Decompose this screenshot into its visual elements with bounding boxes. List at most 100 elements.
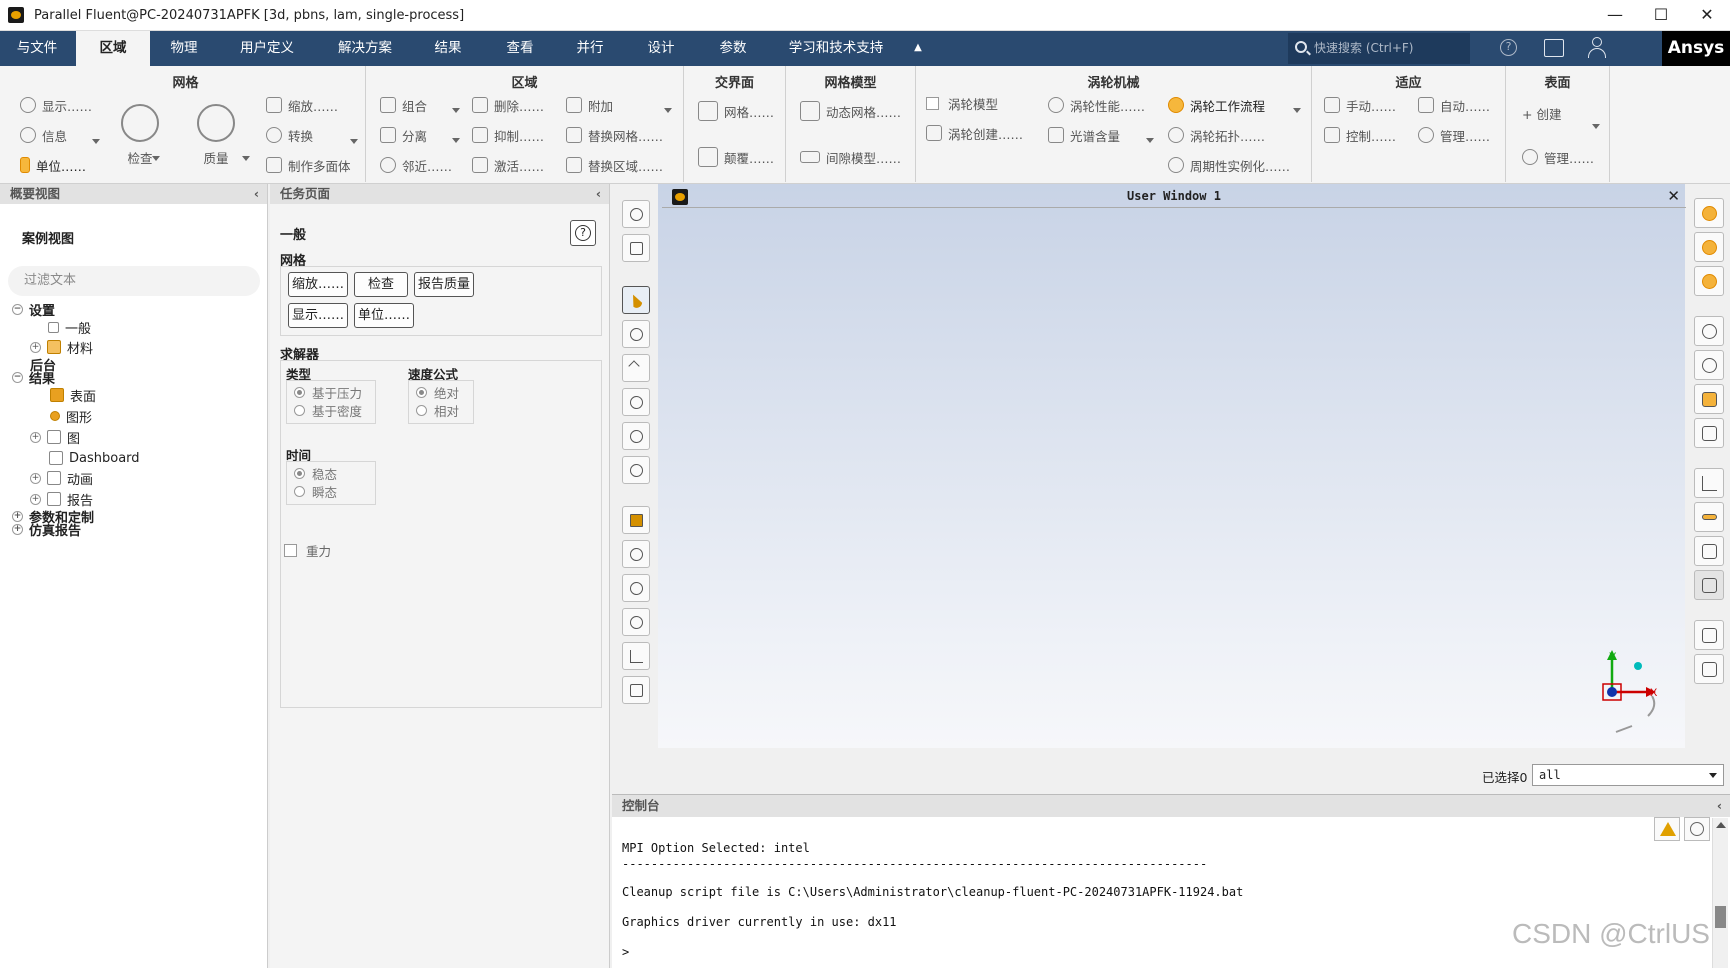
minimize-button[interactable]: — — [1592, 0, 1638, 31]
tree-graphics[interactable]: 图形 — [50, 407, 92, 426]
help-icon[interactable]: ? — [1500, 39, 1517, 56]
gravity-checkbox[interactable]: 重力 — [284, 542, 331, 559]
title-tool[interactable] — [1694, 536, 1724, 566]
chevron-down-icon[interactable] — [452, 138, 460, 143]
chevron-down-icon[interactable] — [152, 156, 160, 161]
turbo-performance-button[interactable]: 涡轮性能…… — [1048, 96, 1145, 114]
transparency-tool[interactable] — [1694, 384, 1724, 414]
menu-learning[interactable]: 学习和技术支持 — [780, 31, 892, 66]
scroll-up-icon[interactable] — [1716, 822, 1726, 828]
turbo-create-button[interactable]: 涡轮创建…… — [926, 124, 1023, 142]
mesh-display-button[interactable]: 显示…… — [20, 96, 92, 114]
probe-tool[interactable] — [622, 456, 650, 484]
menu-parameters[interactable]: 参数 — [702, 31, 764, 66]
chevron-down-icon[interactable] — [350, 139, 358, 144]
turbo-topology-button[interactable]: 涡轮拓扑…… — [1168, 126, 1265, 144]
expand-icon[interactable]: + — [30, 341, 41, 353]
turbo-workflow-button[interactable]: 涡轮工作流程 — [1168, 96, 1265, 114]
lock-tool[interactable] — [622, 676, 650, 704]
tree-setup[interactable]: − 设置 — [12, 300, 55, 319]
task-check-button[interactable]: 检查 — [354, 272, 408, 297]
menu-file[interactable]: 与文件 — [0, 31, 74, 66]
copy-tool[interactable] — [1694, 620, 1724, 650]
zoom-in-tool[interactable] — [622, 574, 650, 602]
chevron-down-icon[interactable] — [92, 139, 100, 144]
interface-mesh-button[interactable]: 网格…… — [698, 101, 774, 121]
close-viewport-button[interactable]: ✕ — [1667, 187, 1680, 205]
zone-adjacency-button[interactable]: 邻近…… — [380, 156, 452, 174]
tree-simulation-report[interactable]: + 仿真报告 — [12, 520, 81, 539]
zone-combine-button[interactable]: 组合 — [380, 96, 427, 114]
surface-create-button[interactable]: + 创建 — [1522, 104, 1561, 122]
maximize-button[interactable]: ☐ — [1638, 0, 1684, 31]
chevron-down-icon[interactable] — [1293, 108, 1301, 113]
surface-manage-button[interactable]: 管理…… — [1522, 148, 1594, 166]
user-icon[interactable] — [1588, 37, 1606, 59]
chevron-down-icon[interactable] — [1592, 124, 1600, 129]
chevron-down-icon[interactable] — [242, 156, 250, 161]
zone-deactivate-button[interactable]: 抑制…… — [472, 126, 544, 144]
chevron-down-icon[interactable] — [664, 108, 672, 113]
expand-icon[interactable]: + — [12, 523, 23, 535]
collapse-icon[interactable]: − — [12, 371, 23, 383]
overset-button[interactable]: 颠覆…… — [698, 147, 774, 167]
zone-activate-button[interactable]: 激活…… — [472, 156, 544, 174]
task-scale-button[interactable]: 缩放…… — [288, 272, 348, 297]
tree-results[interactable]: − 结果 — [12, 368, 55, 387]
collapse-left-icon[interactable]: ‹ — [596, 184, 601, 204]
zoom-to-fit-tool[interactable] — [622, 540, 650, 568]
chevron-down-icon[interactable] — [1146, 138, 1154, 143]
pan-tool[interactable] — [622, 354, 650, 382]
tree-surfaces[interactable]: 表面 — [50, 386, 96, 405]
mesh-transform-button[interactable]: 转换 — [266, 126, 313, 144]
steady-radio[interactable]: 稳态 — [294, 465, 337, 482]
mesh-scale-button[interactable]: 缩放…… — [266, 96, 338, 114]
rotate-arrow-icon[interactable] — [1615, 725, 1633, 733]
warning-filter-button[interactable] — [1654, 817, 1680, 841]
zone-append-button[interactable]: 附加 — [566, 96, 613, 114]
view-side-tool[interactable] — [1694, 232, 1724, 262]
colormap-tool[interactable] — [1694, 502, 1724, 532]
mesh-display-tool[interactable] — [622, 200, 650, 228]
fit-window-tool[interactable] — [622, 506, 650, 534]
periodic-instancing-button[interactable]: 周期性实例化…… — [1168, 156, 1290, 174]
mesh-quality-button[interactable]: 质量 — [186, 104, 246, 167]
view-front-tool[interactable] — [1694, 266, 1724, 296]
relative-radio[interactable]: 相对 — [416, 402, 459, 419]
console-scrollbar[interactable] — [1712, 818, 1728, 968]
absolute-radio[interactable]: 绝对 — [416, 384, 459, 401]
ribbon-collapse-button[interactable]: ▲ — [906, 31, 930, 66]
zone-delete-button[interactable]: 删除…… — [472, 96, 544, 114]
scrollbar-thumb[interactable] — [1715, 906, 1726, 928]
quick-search-input[interactable]: 快速搜索 (Ctrl+F) — [1288, 33, 1470, 64]
console-prompt[interactable]: > — [622, 945, 629, 959]
make-polyhedra-button[interactable]: 制作多面体 — [266, 156, 351, 174]
expand-icon[interactable]: + — [30, 493, 41, 505]
menu-solution[interactable]: 解决方案 — [318, 31, 412, 66]
collapse-icon[interactable]: − — [12, 303, 23, 315]
collapse-right-icon[interactable]: ‹ — [1717, 795, 1722, 817]
zone-separate-button[interactable]: 分离 — [380, 126, 427, 144]
tree-animations[interactable]: + 动画 — [30, 469, 93, 488]
tree-plots[interactable]: + 图 — [30, 428, 80, 447]
close-window-button[interactable]: ✕ — [1684, 0, 1730, 31]
snapshot-tool[interactable] — [1694, 654, 1724, 684]
zoom-tool[interactable] — [622, 422, 650, 450]
tree-materials[interactable]: + 材料 — [30, 338, 93, 357]
task-units-button[interactable]: 单位…… — [354, 303, 414, 328]
workspace-icon[interactable] — [1544, 39, 1564, 57]
task-report-quality-button[interactable]: 报告质量 — [414, 272, 474, 297]
menu-view[interactable]: 查看 — [488, 31, 552, 66]
adapt-control-button[interactable]: 控制…… — [1324, 126, 1396, 144]
expand-icon[interactable]: + — [30, 472, 41, 484]
menu-parallel[interactable]: 并行 — [560, 31, 620, 66]
hide-tool[interactable] — [1694, 350, 1724, 380]
chevron-down-icon[interactable] — [452, 108, 460, 113]
axes-tool[interactable] — [622, 642, 650, 670]
pointer-tool[interactable] — [622, 286, 650, 314]
menu-design[interactable]: 设计 — [630, 31, 692, 66]
filter-text-input[interactable]: 过滤文本 — [8, 266, 260, 296]
density-based-radio[interactable]: 基于密度 — [294, 402, 362, 419]
menu-domain[interactable]: 区域 — [76, 31, 150, 66]
pressure-based-radio[interactable]: 基于压力 — [294, 384, 362, 401]
